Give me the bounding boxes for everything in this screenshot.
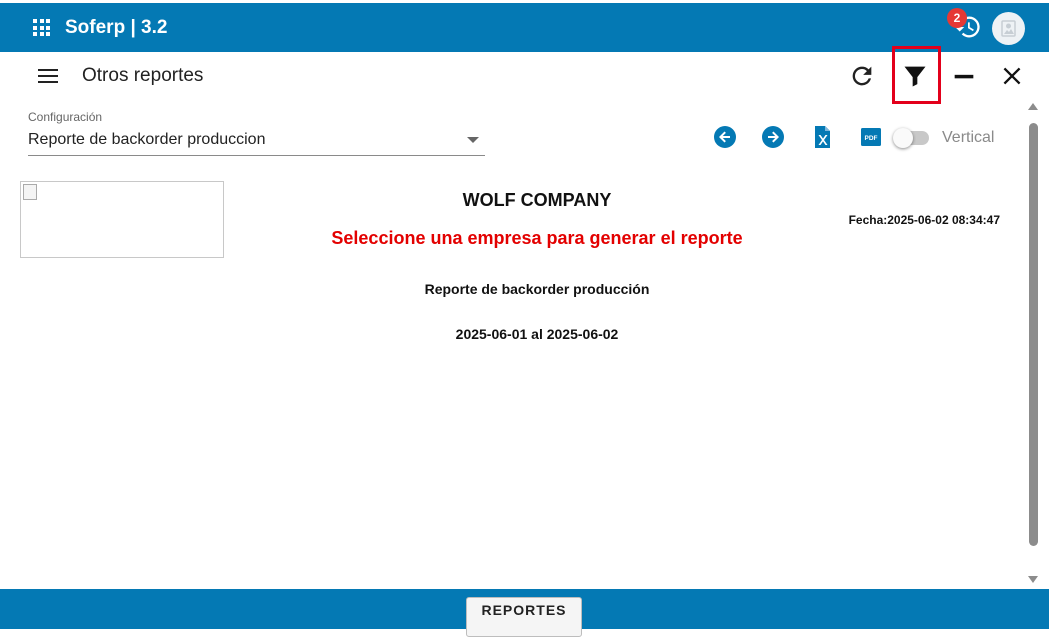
avatar[interactable] — [992, 12, 1025, 45]
bottom-bar: REPORTES — [0, 589, 1049, 637]
notification-badge[interactable]: 2 — [947, 8, 967, 28]
company-logo-placeholder — [20, 181, 224, 258]
broken-image-icon — [23, 184, 37, 200]
arrow-left-circle-icon[interactable] — [713, 125, 737, 149]
report-date: Fecha:2025-06-02 08:34:47 — [848, 213, 1000, 227]
svg-text:PDF: PDF — [865, 135, 878, 142]
app-title: Soferp | 3.2 — [65, 17, 168, 38]
configuration-select[interactable]: Configuración Reporte de backorder produ… — [28, 110, 485, 156]
configuration-value: Reporte de backorder produccion — [28, 131, 266, 148]
report-date-range: 2025-06-01 al 2025-06-02 — [455, 326, 619, 342]
close-icon[interactable] — [998, 62, 1026, 90]
toggle-knob[interactable] — [893, 128, 913, 148]
filter-icon[interactable] — [901, 62, 929, 90]
top-app-bar: Soferp | 3.2 2 — [0, 3, 1049, 52]
refresh-icon[interactable] — [848, 62, 876, 90]
arrow-right-circle-icon[interactable] — [761, 125, 785, 149]
menu-icon[interactable] — [38, 68, 58, 84]
avatar-icon — [1001, 20, 1016, 37]
scroll-down-arrow-icon[interactable] — [1028, 576, 1038, 583]
configuration-dropdown[interactable]: Reporte de backorder produccion — [28, 126, 485, 156]
apps-grid-icon[interactable] — [33, 19, 50, 36]
report-name: Reporte de backorder producción — [424, 281, 650, 297]
scrollbar-thumb[interactable] — [1029, 123, 1038, 546]
report-toolbar: Otros reportes — [0, 46, 1049, 104]
orientation-toggle[interactable] — [893, 128, 931, 148]
company-name: WOLF COMPANY — [462, 190, 612, 210]
pdf-file-icon[interactable]: PDF — [859, 125, 883, 149]
excel-file-icon[interactable] — [810, 125, 834, 149]
page-title: Otros reportes — [82, 65, 204, 86]
minimize-icon[interactable] — [950, 62, 978, 90]
chevron-down-icon[interactable] — [467, 137, 479, 143]
orientation-label: Vertical — [942, 129, 995, 146]
reportes-button[interactable]: REPORTES — [466, 597, 582, 637]
configuration-label: Configuración — [28, 110, 103, 124]
scroll-up-arrow-icon[interactable] — [1028, 103, 1038, 110]
select-company-warning: Seleccione una empresa para generar el r… — [331, 228, 743, 248]
